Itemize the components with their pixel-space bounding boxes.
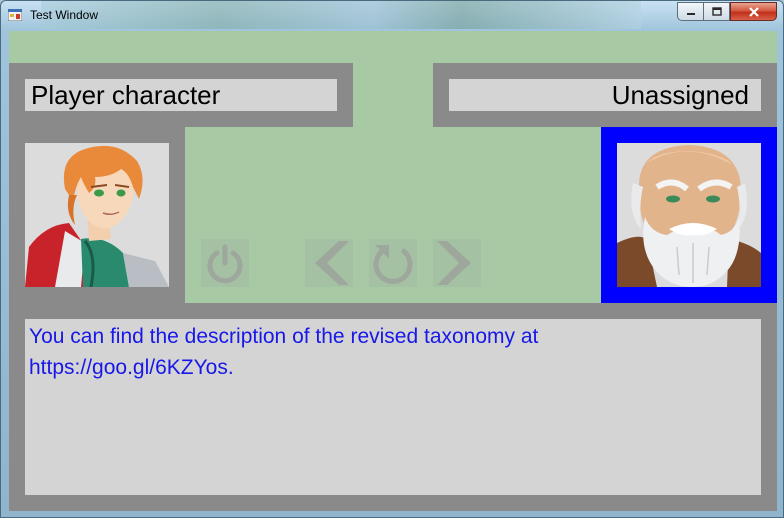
close-button[interactable]	[730, 2, 777, 21]
elder-portrait-icon	[617, 143, 761, 287]
power-icon	[207, 244, 243, 284]
description-line: You can find the description of the revi…	[29, 325, 539, 348]
maximize-icon	[711, 6, 722, 16]
previous-button[interactable]	[305, 239, 353, 287]
app-icon	[8, 9, 22, 21]
title-bar-background	[41, 1, 641, 29]
client-area: Player character Unassigned You can find…	[9, 31, 777, 511]
chevron-left-icon	[315, 241, 349, 285]
power-button[interactable]	[201, 239, 249, 287]
maximize-button[interactable]	[703, 2, 730, 21]
left-player-portrait[interactable]	[25, 143, 169, 287]
app-window: Test Window Player character Unassigned	[0, 0, 784, 518]
minimize-button[interactable]	[677, 2, 704, 21]
close-icon	[748, 6, 759, 17]
minimize-icon	[686, 12, 695, 15]
right-player-portrait[interactable]	[617, 143, 761, 287]
chevron-right-icon	[437, 241, 471, 285]
title-bar[interactable]: Test Window	[1, 1, 783, 29]
window-title: Test Window	[30, 8, 99, 22]
description-line: https://goo.gl/6KZYos.	[29, 356, 234, 379]
left-player-name: Player character	[25, 79, 337, 111]
description-text-box[interactable]: You can find the description of the revi…	[25, 319, 761, 495]
hero-portrait-icon	[25, 143, 169, 287]
refresh-icon	[373, 245, 413, 284]
next-button[interactable]	[433, 239, 481, 287]
refresh-button[interactable]	[369, 239, 417, 287]
right-player-name: Unassigned	[449, 79, 761, 111]
